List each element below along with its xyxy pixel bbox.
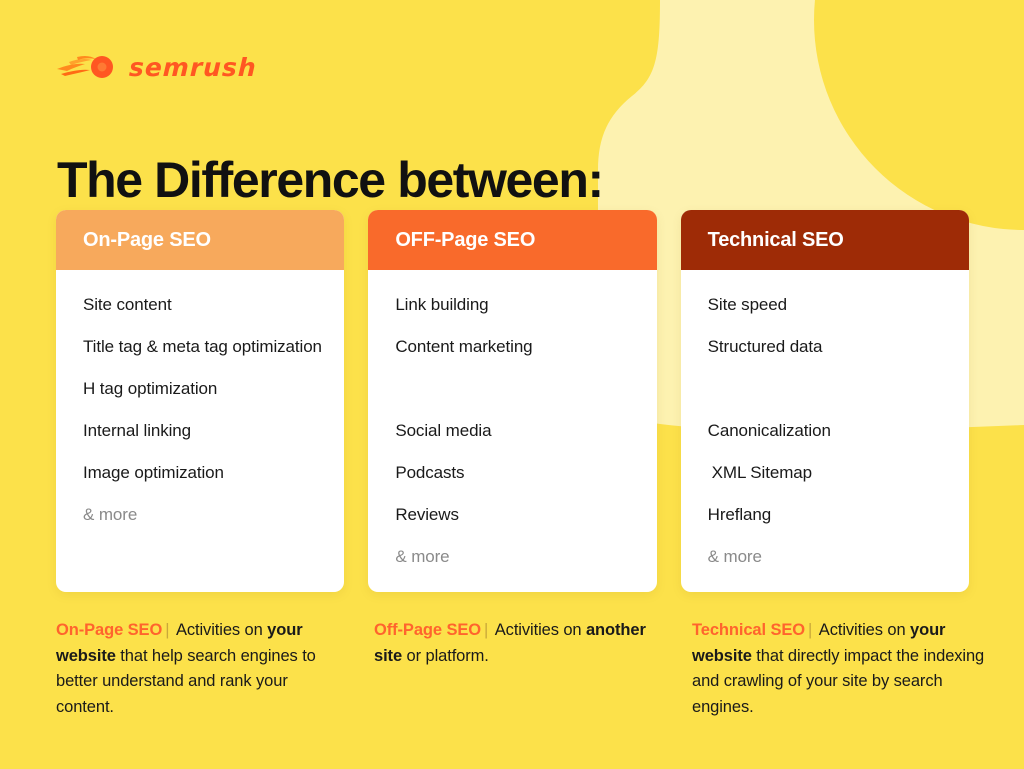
card-body-on-page-seo: Site content Title tag & meta tag optimiz… xyxy=(56,270,344,592)
list-item: Site content xyxy=(83,295,172,314)
card-title: Technical SEO xyxy=(707,229,844,251)
list-item: Canonicalization xyxy=(707,421,831,441)
list-item: Site speed xyxy=(707,295,787,314)
yellow-circle-accent xyxy=(880,0,1024,222)
caption-text: Activities on xyxy=(815,621,911,639)
list-item: Social media xyxy=(395,421,492,441)
card-header-off-page-seo: OFF-Page SEO xyxy=(368,210,657,270)
list-item: H tag optimization xyxy=(83,379,218,399)
card-title: OFF-Page SEO xyxy=(395,229,536,251)
card-body-technical-seo: Site speed Structured data Canonicalizatio… xyxy=(681,270,969,592)
comparison-cards: On-Page SEO Site content Title tag & meta … xyxy=(56,210,969,592)
list-item: Link building xyxy=(395,295,489,314)
on-page-seo-caption: On-Page SEO | Activities on your website … xyxy=(56,618,350,721)
caption-text: Activities on xyxy=(491,621,586,639)
list-item: Content marketing xyxy=(395,337,533,357)
caption-lead: Technical SEO xyxy=(692,621,806,639)
caption-lead: On-Page SEO xyxy=(56,621,163,639)
card-header-on-page-seo: On-Page SEO xyxy=(56,210,345,270)
list-item: & more xyxy=(707,547,762,567)
card-title: On-Page SEO xyxy=(83,229,211,251)
yellow-circle-shape xyxy=(814,0,1024,230)
caption-separator: | xyxy=(808,621,813,639)
semrush-logo[interactable]: semrush xyxy=(57,48,287,86)
caption-separator: | xyxy=(165,621,170,639)
list-item: & more xyxy=(395,547,450,567)
card-off-page-seo: OFF-Page SEO Link building Content marketi… xyxy=(368,210,657,592)
list-item: Structured data xyxy=(707,337,823,357)
caption-lead: Off-Page SEO xyxy=(374,621,481,639)
caption-separator: | xyxy=(484,621,489,639)
list-item: & more xyxy=(83,505,138,525)
list-item: Internal linking xyxy=(83,421,192,441)
caption-row: On-Page SEO | Activities on your website … xyxy=(56,618,986,721)
list-item: XML Sitemap xyxy=(711,463,812,483)
caption-text: or platform. xyxy=(402,646,489,665)
infographic-canvas: semrush The Difference between: On-Page … xyxy=(0,0,1024,769)
card-on-page-seo: On-Page SEO Site content Title tag & meta … xyxy=(56,210,345,592)
card-body-off-page-seo: Link building Content marketing Social med… xyxy=(368,270,656,592)
off-page-seo-caption: Off-Page SEO | Activities on another site… xyxy=(374,618,668,721)
list-item: Title tag & meta tag optimization xyxy=(83,337,322,357)
list-item: Podcasts xyxy=(395,463,465,483)
list-item: Hreflang xyxy=(707,505,772,525)
list-item: Reviews xyxy=(395,505,459,525)
card-technical-seo: Technical SEO Site speed Structured data Ca… xyxy=(680,210,969,592)
card-header-technical-seo: Technical SEO xyxy=(680,210,969,270)
semrush-wordmark: semrush xyxy=(128,52,258,82)
semrush-comet-flame-icon xyxy=(57,55,113,78)
technical-seo-caption: Technical SEO | Activities on your websit… xyxy=(692,618,986,721)
page-title: The Difference between: xyxy=(57,151,604,208)
caption-text: Activities on xyxy=(172,621,268,639)
list-item: Image optimization xyxy=(83,463,224,483)
